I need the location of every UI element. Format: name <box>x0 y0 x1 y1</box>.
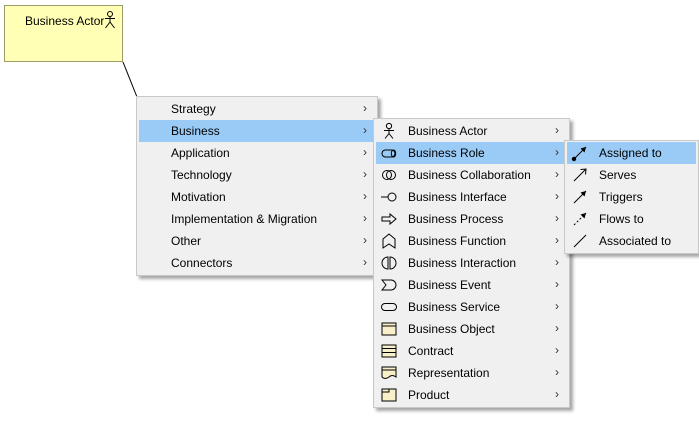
menu-item-label: Business Role <box>408 146 485 160</box>
menu-item-label: Motivation <box>171 190 226 204</box>
submenu-arrow-icon: › <box>555 167 559 181</box>
menu-item-other[interactable]: Other › <box>139 230 375 252</box>
service-icon <box>380 298 398 316</box>
menu-item-serves[interactable]: Serves <box>567 164 696 186</box>
product-icon <box>380 386 398 404</box>
menu-item-business-function[interactable]: Business Function › <box>376 230 567 252</box>
submenu-arrow-icon: › <box>555 145 559 159</box>
submenu-arrow-icon: › <box>555 233 559 247</box>
triggering-relation-icon <box>571 188 589 206</box>
menu-item-label: Business Service <box>408 300 501 314</box>
menu-item-label: Business Event <box>408 278 491 292</box>
menu-item-application[interactable]: Application › <box>139 142 375 164</box>
menu-item-connectors[interactable]: Connectors › <box>139 252 375 274</box>
menu-item-label: Implementation & Migration <box>171 212 318 226</box>
menu-item-strategy[interactable]: Strategy › <box>139 98 375 120</box>
submenu-arrow-icon: › <box>363 145 367 159</box>
submenu-arrow-icon: › <box>555 189 559 203</box>
menu-item-business-event[interactable]: Business Event › <box>376 274 567 296</box>
menu-item-label: Business Function <box>408 234 507 248</box>
actor-icon <box>380 122 398 140</box>
context-menu-categories: Strategy › Business › Application › Technology… <box>136 96 378 276</box>
collaboration-icon <box>380 166 398 184</box>
menu-item-label: Strategy <box>171 102 216 116</box>
menu-item-business-service[interactable]: Business Service › <box>376 296 567 318</box>
menu-item-associated-to[interactable]: Associated to <box>567 230 696 252</box>
association-relation-icon <box>571 232 589 250</box>
submenu-arrow-icon: › <box>363 101 367 115</box>
flow-relation-icon <box>571 210 589 228</box>
submenu-arrow-icon: › <box>555 343 559 357</box>
menu-item-label: Business Process <box>408 212 504 226</box>
context-menu-business-elements: Business Actor › Business Role › Business Co… <box>373 118 570 408</box>
event-icon <box>380 276 398 294</box>
menu-item-label: Other <box>171 234 202 248</box>
menu-item-business-object[interactable]: Business Object › <box>376 318 567 340</box>
menu-item-business[interactable]: Business › <box>139 120 375 142</box>
submenu-arrow-icon: › <box>555 365 559 379</box>
menu-item-label: Serves <box>599 168 637 182</box>
submenu-arrow-icon: › <box>363 211 367 225</box>
contract-icon <box>380 342 398 360</box>
menu-item-representation[interactable]: Representation › <box>376 362 567 384</box>
submenu-arrow-icon: › <box>363 123 367 137</box>
context-menu-relations: Assigned to Serves Triggers Flows to Associa… <box>564 140 699 254</box>
menu-item-motivation[interactable]: Motivation › <box>139 186 375 208</box>
menu-item-business-actor[interactable]: Business Actor › <box>376 120 567 142</box>
menu-item-business-interaction[interactable]: Business Interaction › <box>376 252 567 274</box>
function-icon <box>380 232 398 250</box>
submenu-arrow-icon: › <box>363 167 367 181</box>
menu-item-label: Triggers <box>599 190 643 204</box>
menu-item-label: Business Object <box>408 322 495 336</box>
menu-item-label: Associated to <box>599 234 672 248</box>
role-icon <box>380 144 398 162</box>
interface-icon <box>380 188 398 206</box>
process-icon <box>380 210 398 228</box>
menu-item-label: Business Collaboration <box>408 168 531 182</box>
menu-item-label: Product <box>408 388 450 402</box>
object-icon <box>380 320 398 338</box>
submenu-arrow-icon: › <box>555 387 559 401</box>
serving-relation-icon <box>571 166 589 184</box>
menu-item-label: Application <box>171 146 230 160</box>
menu-item-label: Technology <box>171 168 232 182</box>
menu-item-flows-to[interactable]: Flows to <box>567 208 696 230</box>
submenu-arrow-icon: › <box>363 255 367 269</box>
submenu-arrow-icon: › <box>555 299 559 313</box>
menu-item-label: Business <box>171 124 220 138</box>
menu-item-label: Connectors <box>171 256 233 270</box>
menu-item-label: Business Interaction <box>408 256 517 270</box>
menu-item-label: Contract <box>408 344 454 358</box>
menu-item-product[interactable]: Product › <box>376 384 567 406</box>
menu-item-label: Business Interface <box>408 190 507 204</box>
menu-item-label: Representation <box>408 366 490 380</box>
menu-item-technology[interactable]: Technology › <box>139 164 375 186</box>
submenu-arrow-icon: › <box>555 255 559 269</box>
menu-item-label: Flows to <box>599 212 644 226</box>
menu-item-business-collaboration[interactable]: Business Collaboration › <box>376 164 567 186</box>
menu-item-label: Business Actor <box>408 124 488 138</box>
assignment-relation-icon <box>571 144 589 162</box>
submenu-arrow-icon: › <box>363 233 367 247</box>
submenu-arrow-icon: › <box>555 277 559 291</box>
menu-item-business-role[interactable]: Business Role › <box>376 142 567 164</box>
menu-item-label: Assigned to <box>599 146 662 160</box>
submenu-arrow-icon: › <box>555 211 559 225</box>
submenu-arrow-icon: › <box>555 321 559 335</box>
menu-item-triggers[interactable]: Triggers <box>567 186 696 208</box>
menu-item-implementation-and-migration[interactable]: Implementation & Migration › <box>139 208 375 230</box>
interaction-icon <box>380 254 398 272</box>
submenu-arrow-icon: › <box>363 189 367 203</box>
menu-item-contract[interactable]: Contract › <box>376 340 567 362</box>
submenu-arrow-icon: › <box>555 123 559 137</box>
menu-item-business-interface[interactable]: Business Interface › <box>376 186 567 208</box>
menu-item-assigned-to[interactable]: Assigned to <box>567 142 696 164</box>
representation-icon <box>380 364 398 382</box>
menu-item-business-process[interactable]: Business Process › <box>376 208 567 230</box>
